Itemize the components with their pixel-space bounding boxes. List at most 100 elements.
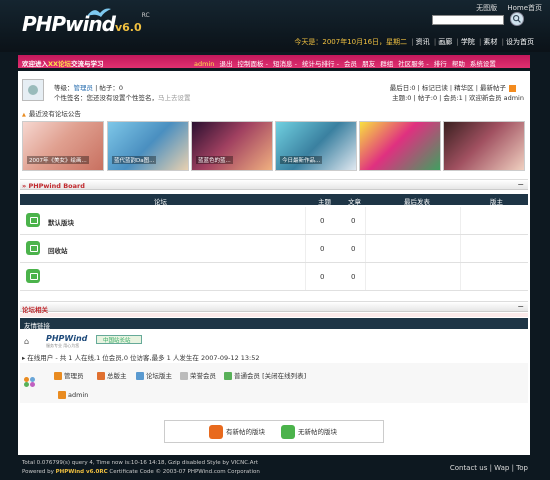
forum-topics: 0 xyxy=(320,217,325,225)
forum-status-legend: 有新帖的版块 无新帖的版块 xyxy=(164,420,384,443)
avatar[interactable] xyxy=(22,79,44,101)
menu-control-panel[interactable]: 控制面板 - xyxy=(238,60,268,68)
search-button[interactable] xyxy=(510,12,524,26)
super-mod-icon xyxy=(97,372,105,380)
menu-groups[interactable]: 群组 xyxy=(380,60,393,68)
online-legend: 管理员 总版主 论坛版主 荣誉会员 普通会员 [关闭在线列表] admin xyxy=(20,363,528,403)
rss-icon[interactable] xyxy=(509,84,516,92)
legend-no-new: 无新帖的版块 xyxy=(281,425,337,439)
user-posts: 帖子：0 xyxy=(99,84,123,92)
menu-ranking[interactable]: 排行 xyxy=(434,60,447,68)
menu-stats[interactable]: 统计与排行 - xyxy=(302,60,339,68)
logo-version: v6.0 xyxy=(114,21,142,34)
forum-status-icon xyxy=(26,213,40,227)
home-link[interactable]: Home首页 xyxy=(507,4,542,12)
chinaz-link-logo[interactable]: 中国站长站 xyxy=(96,335,142,344)
member-icon xyxy=(224,372,232,380)
forum-posts: 0 xyxy=(351,245,356,253)
footer: Total 0.076799(s) query 4, Time now is:1… xyxy=(18,458,530,480)
gallery-thumb[interactable] xyxy=(443,121,525,171)
related-section-header: 论坛相关 − xyxy=(20,301,528,314)
search-icon xyxy=(513,15,521,23)
user-signature-line: 个性签名：您还没有设置个性签名，马上去设置 xyxy=(54,94,191,102)
gallery-thumb[interactable]: 蓝蓝色的蓝... xyxy=(191,121,273,171)
col-forum: 论坛 xyxy=(154,198,167,206)
gallery-thumb[interactable]: 2007年《美女》绘画... xyxy=(22,121,104,171)
user-level-line: 等级：管理员 | 帖子：0 xyxy=(54,84,123,92)
menu-settings[interactable]: 系统设置 xyxy=(470,60,496,68)
new-posts-icon xyxy=(209,425,223,439)
text-only-link[interactable]: 无图版 xyxy=(476,4,497,12)
main-content: 等级：管理员 | 帖子：0 个性签名：您还没有设置个性签名，马上去设置 最后日:… xyxy=(18,71,530,455)
forum-status-icon xyxy=(26,269,40,283)
menu-messages[interactable]: 短消息 - xyxy=(273,60,297,68)
header-nav: 今天是：2007年10月16日，星期二 | 资讯 | 画廊 | 学院 | 素材 | 设为首… xyxy=(294,38,534,46)
admin-icon xyxy=(58,391,66,399)
menu-community[interactable]: 社区服务 - xyxy=(398,60,428,68)
nav-materials[interactable]: 素材 xyxy=(483,38,497,46)
forum-row[interactable]: 默认版块 0 0 xyxy=(20,207,528,235)
forum-row[interactable]: 0 0 xyxy=(20,263,528,291)
menu-friends[interactable]: 朋友 xyxy=(362,60,375,68)
nav-academy[interactable]: 学院 xyxy=(461,38,475,46)
col-posts: 文章 xyxy=(348,198,361,206)
top-links: 无图版 Home首页 xyxy=(468,3,542,13)
main-nav-bar: 欢迎进入XX论坛交流与学习 admin 退出 控制面板 - 短消息 - 统计与排… xyxy=(18,55,530,68)
forum-status-icon xyxy=(26,241,40,255)
friend-links-title: 友情链接 xyxy=(24,322,50,330)
col-topics: 主题 xyxy=(318,198,331,206)
menu-members[interactable]: 会员 xyxy=(344,60,357,68)
col-last-post: 最后发表 xyxy=(404,198,430,206)
username-link[interactable]: admin xyxy=(194,60,214,68)
footer-powered-by: Powered by PHPWind v6.0RC Certificate Co… xyxy=(22,469,260,475)
collapse-icon[interactable]: − xyxy=(517,302,524,311)
board-title[interactable]: » PHPwind Board xyxy=(22,182,85,190)
legend-has-new: 有新帖的版块 xyxy=(209,425,265,439)
forum-mod-icon xyxy=(136,372,144,380)
online-user-admin[interactable]: admin xyxy=(58,391,88,399)
welcome-text: 欢迎进入XX论坛交流与学习 xyxy=(22,60,104,68)
set-signature-link[interactable]: 马上去设置 xyxy=(158,94,191,102)
search-input[interactable] xyxy=(432,15,504,25)
phpwind-link-logo[interactable]: PHPWind 服务专业 用心为您 xyxy=(44,333,89,348)
col-moderator: 版主 xyxy=(490,198,503,206)
legend-admin: 管理员 xyxy=(54,370,84,380)
footer-debug-info: Total 0.076799(s) query 4, Time now is:1… xyxy=(22,460,258,466)
legend-honor: 荣誉会员 xyxy=(180,370,216,380)
menu-help[interactable]: 帮助 xyxy=(452,60,465,68)
forum-row[interactable]: 回收站 0 0 xyxy=(20,235,528,263)
legend-member[interactable]: 普通会员 [关闭在线列表] xyxy=(224,370,306,380)
gallery-thumb[interactable] xyxy=(359,121,441,171)
date-text: 今天是：2007年10月16日，星期二 xyxy=(294,38,408,46)
home-icon: ⌂ xyxy=(24,337,30,346)
forum-posts: 0 xyxy=(351,273,356,281)
forum-name[interactable]: 默认版块 xyxy=(48,217,74,227)
no-new-posts-icon xyxy=(281,425,295,439)
nav-gallery[interactable]: 画廊 xyxy=(438,38,452,46)
nav-news[interactable]: 资讯 xyxy=(416,38,430,46)
forum-quick-links[interactable]: 最后日:0 | 标记已读 | 精华区 | 最新帖子 xyxy=(390,82,516,92)
board-section-header: » PHPwind Board − xyxy=(20,179,528,190)
nav-set-homepage[interactable]: 设为首页 xyxy=(506,38,534,46)
forum-name[interactable]: 回收站 xyxy=(48,245,68,255)
online-users-summary: 在线用户 - 共 1 人在线,1 位会员,0 位访客,最多 1 人发生在 200… xyxy=(22,352,259,362)
user-level: 管理员 xyxy=(73,84,94,92)
phpwind-brand-link[interactable]: PHPWind v6.0RC xyxy=(56,469,108,475)
admin-icon xyxy=(54,372,62,380)
honor-icon xyxy=(180,372,188,380)
gallery-thumb[interactable]: 蓝代蓝韵Da图... xyxy=(107,121,189,171)
gallery-thumb[interactable]: 今日最新作品... xyxy=(275,121,357,171)
user-menu: admin 退出 控制面板 - 短消息 - 统计与排行 - 会员 朋友 群组 社… xyxy=(194,58,499,68)
friend-links-header: 友情链接 xyxy=(20,318,528,330)
forum-posts: 0 xyxy=(351,217,356,225)
forum-stats: 主题:0 | 帖子:0 | 会员:1 | 欢迎新会员 admin xyxy=(392,94,524,102)
footer-links[interactable]: Contact us | Wap | Top xyxy=(450,464,528,472)
logo-rc: RC xyxy=(141,12,150,19)
site-header: PHPwindv6.0RC 无图版 Home首页 今天是：2007年10月16日… xyxy=(0,0,550,52)
announcement[interactable]: 最近没有论坛公告 xyxy=(22,108,81,118)
collapse-icon[interactable]: − xyxy=(517,180,524,189)
section-divider xyxy=(20,313,528,317)
logo-bird-icon xyxy=(87,8,111,17)
menu-logout[interactable]: 退出 xyxy=(219,60,232,68)
forum-topics: 0 xyxy=(320,245,325,253)
